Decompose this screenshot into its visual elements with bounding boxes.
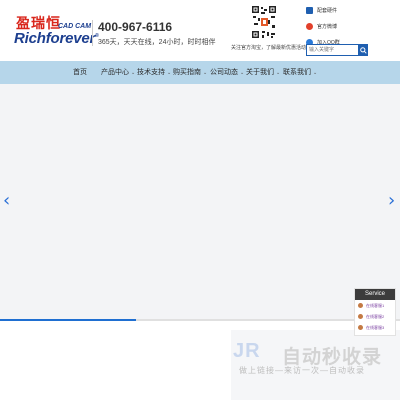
service-row-label: 在线客服2: [366, 313, 385, 319]
service-row[interactable]: 在线客服1: [355, 300, 395, 311]
nav-products-label: 产品中心: [101, 69, 129, 76]
service-hours: 365天，天天在线，24小时，时时相伴: [98, 39, 216, 46]
link-hardware[interactable]: 配套硬件: [306, 5, 340, 16]
avatar-icon: [358, 325, 363, 330]
link-weibo[interactable]: 官方微博: [306, 21, 340, 32]
carousel-next-button[interactable]: ›: [388, 190, 395, 211]
search-icon: [359, 46, 367, 54]
nav-support-label: 技术支持: [137, 69, 165, 76]
chevron-down-icon: ⌄: [240, 70, 245, 76]
nav-contact-label: 联系我们: [283, 69, 311, 76]
nav-home[interactable]: 首页: [73, 61, 87, 84]
nav-contact[interactable]: 联系我们 ⌄: [283, 61, 317, 84]
watermark-subtitle: 做上链接—来访一次—自动收录: [239, 366, 365, 375]
logo-badge: CAD CAM: [58, 23, 92, 30]
nav-home-label: 首页: [73, 69, 87, 76]
hotline-number: 400-967-6116: [98, 20, 173, 34]
logo-english-text: Richforever: [14, 30, 96, 47]
chevron-down-icon: ⌄: [313, 70, 318, 76]
nav-about-label: 关于我们: [246, 69, 274, 76]
site-header: 盈瑞恒 CAD CAM Richforever® 400-967-6116 36…: [0, 0, 400, 61]
nav-products[interactable]: 产品中心 ⌄: [101, 61, 135, 84]
chevron-down-icon: ⌄: [203, 70, 208, 76]
chevron-down-icon: ⌄: [276, 70, 281, 76]
carousel-progress-track: [0, 319, 400, 321]
qr-code-icon: [251, 5, 277, 39]
banner-carousel[interactable]: [0, 84, 400, 319]
search-button[interactable]: [358, 44, 368, 56]
avatar-icon: [358, 303, 363, 308]
watermark-logo: JR: [233, 340, 261, 362]
hardware-icon: [306, 7, 313, 14]
avatar-icon: [358, 314, 363, 319]
header-divider: [92, 20, 93, 46]
nav-buying-guide[interactable]: 购买指南 ⌄: [173, 61, 207, 84]
chevron-down-icon: ⌄: [167, 70, 172, 76]
nav-about[interactable]: 关于我们 ⌄: [246, 61, 280, 84]
service-panel: Service 在线客服1 在线客服2 在线客服3: [354, 288, 396, 336]
nav-company-news-label: 公司动态: [210, 69, 238, 76]
service-row[interactable]: 在线客服3: [355, 322, 395, 333]
carousel-prev-button[interactable]: ‹: [3, 190, 10, 211]
link-hardware-label: 配套硬件: [317, 8, 338, 14]
service-row[interactable]: 在线客服2: [355, 311, 395, 322]
quick-links: 配套硬件 官方微博 加入QQ群: [306, 5, 340, 48]
nav-company-news[interactable]: 公司动态 ⌄: [210, 61, 244, 84]
link-weibo-label: 官方微博: [317, 24, 338, 30]
qr-caption: 关注官方淘宝，了解最新优惠活动: [231, 45, 307, 51]
main-nav: 首页 产品中心 ⌄ 技术支持 ⌄ 购买指南 ⌄ 公司动态 ⌄ 关于我们 ⌄ 联系我们 ⌄: [0, 61, 400, 84]
logo-english[interactable]: Richforever®: [14, 30, 99, 47]
service-row-label: 在线客服1: [366, 302, 385, 308]
nav-buying-guide-label: 购买指南: [173, 69, 201, 76]
service-row-label: 在线客服3: [366, 324, 385, 330]
nav-support[interactable]: 技术支持 ⌄: [137, 61, 171, 84]
carousel-progress-fill: [0, 319, 136, 321]
chevron-down-icon: ⌄: [131, 70, 136, 76]
weibo-icon: [306, 23, 313, 30]
search-input[interactable]: [309, 46, 363, 54]
service-title: Service: [355, 289, 395, 300]
